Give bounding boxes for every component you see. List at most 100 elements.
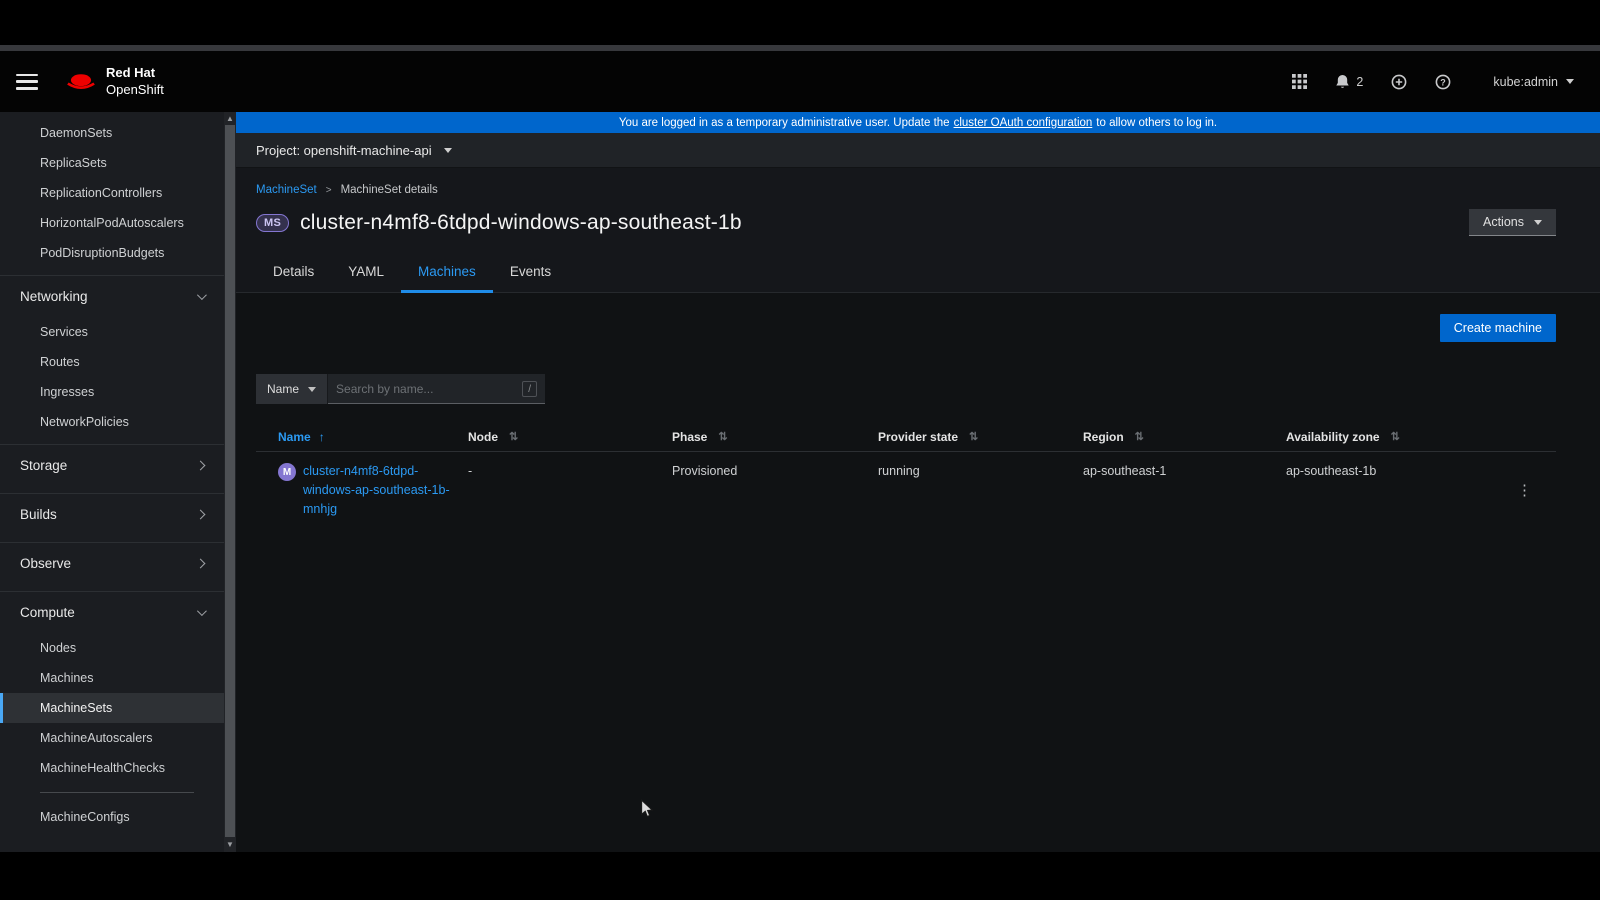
sort-icon: ⇅ [718,430,727,443]
column-label: Region [1083,430,1124,444]
mouse-cursor [640,799,655,824]
cell-availability-zone: ap-southeast-1b [1286,462,1505,518]
cluster-oauth-configuration-link[interactable]: cluster OAuth configuration [954,117,1093,129]
notification-count: 2 [1356,75,1363,89]
sort-icon: ⇅ [509,430,518,443]
sidebar-item-services[interactable]: Services [0,317,224,347]
cell-region: ap-southeast-1 [1083,462,1286,518]
sidebar-nav: DaemonSets ReplicaSets ReplicationContro… [0,112,236,852]
actions-button[interactable]: Actions [1469,209,1556,236]
scroll-down-arrow-icon[interactable]: ▼ [224,838,236,851]
sidebar-section-observe[interactable]: Observe [0,542,224,584]
sidebar-item-machineautoscalers[interactable]: MachineAutoscalers [0,723,224,753]
breadcrumb-separator: > [326,185,332,196]
nav-divider [40,792,194,793]
tab-yaml[interactable]: YAML [331,256,401,293]
sidebar-item-poddisruptionbudgets[interactable]: PodDisruptionBudgets [0,238,224,268]
column-header-availability-zone[interactable]: Availability zone ⇅ [1286,430,1505,444]
breadcrumb-current: MachineSet details [341,184,438,196]
create-machine-button[interactable]: Create machine [1440,314,1556,342]
main-area: You are logged in as a temporary adminis… [236,112,1600,852]
sidebar-item-ingresses[interactable]: Ingresses [0,377,224,407]
sidebar-section-networking[interactable]: Networking [0,275,224,317]
sidebar-item-replicationcontrollers[interactable]: ReplicationControllers [0,178,224,208]
project-selector-label: Project: openshift-machine-api [256,143,432,158]
login-notice-banner: You are logged in as a temporary adminis… [236,112,1600,133]
search-input[interactable] [336,382,522,396]
tab-machines[interactable]: Machines [401,256,493,293]
plus-circle-icon [1391,74,1407,90]
user-menu[interactable]: kube:admin [1493,75,1574,89]
help-button[interactable]: ? [1435,74,1451,90]
breadcrumb-machineset-link[interactable]: MachineSet [256,184,317,196]
chevron-down-icon [444,148,452,153]
add-button[interactable] [1391,74,1407,90]
column-label: Phase [672,430,707,444]
scrollbar-thumb[interactable] [225,125,235,837]
tab-details[interactable]: Details [256,256,331,293]
breadcrumb: MachineSet > MachineSet details [256,184,1556,196]
column-header-node[interactable]: Node ⇅ [468,430,672,444]
section-label: Storage [20,458,67,473]
sidebar-item-horizontalpodautoscalers[interactable]: HorizontalPodAutoscalers [0,208,224,238]
column-header-phase[interactable]: Phase ⇅ [672,430,878,444]
nav-toggle-icon[interactable] [16,74,38,90]
chevron-down-icon [1566,79,1574,84]
sidebar-section-storage[interactable]: Storage [0,444,224,486]
letterbox-bottom [0,852,1600,900]
tab-events[interactable]: Events [493,256,568,293]
sidebar-scrollbar[interactable]: ▲ ▼ [224,112,236,852]
sidebar-section-builds[interactable]: Builds [0,493,224,535]
redhat-openshift-logo[interactable]: Red Hat OpenShift [64,65,164,98]
screen: Red Hat OpenShift 2 [0,0,1600,900]
letterbox-top [0,0,1600,45]
sidebar-item-networkpolicies[interactable]: NetworkPolicies [0,407,224,437]
section-label: Networking [20,289,88,304]
sort-ascending-icon: ↑ [319,430,325,444]
section-label: Builds [20,507,57,522]
sort-icon: ⇅ [1135,430,1144,443]
table-row: M cluster-n4mf8-6tdpd-windows-ap-southea… [256,452,1556,528]
sidebar-item-nodes[interactable]: Nodes [0,633,224,663]
app-launcher-button[interactable] [1292,74,1307,89]
sort-icon: ⇅ [969,430,978,443]
svg-text:?: ? [1441,77,1447,87]
sidebar-item-daemonsets[interactable]: DaemonSets [0,118,224,148]
scroll-up-arrow-icon[interactable]: ▲ [224,112,236,125]
chevron-down-icon [197,606,207,616]
sidebar-item-machinesets[interactable]: MachineSets [0,693,224,723]
kebab-menu-button[interactable]: ⋮ [1511,462,1538,518]
filter-attribute-dropdown[interactable]: Name [256,374,328,404]
sidebar-item-machineconfigs[interactable]: MachineConfigs [0,802,224,832]
filter-attribute-label: Name [267,382,299,396]
project-selector[interactable]: Project: openshift-machine-api [236,133,1600,168]
machine-link[interactable]: cluster-n4mf8-6tdpd-windows-ap-southeast… [303,462,455,518]
sidebar-item-replicasets[interactable]: ReplicaSets [0,148,224,178]
sort-icon: ⇅ [1391,430,1400,443]
section-label: Observe [20,556,71,571]
keyboard-shortcut-hint: / [522,381,537,397]
redhat-fedora-icon [64,71,98,93]
page-header: MachineSet > MachineSet details MS clust… [236,168,1600,293]
chevron-down-icon [197,290,207,300]
cell-phase: Provisioned [672,462,878,518]
bell-icon [1335,74,1350,90]
column-header-region[interactable]: Region ⇅ [1083,430,1286,444]
machines-table: Name ↑ Node ⇅ Phase ⇅ [256,422,1556,528]
sidebar-item-routes[interactable]: Routes [0,347,224,377]
sidebar-item-machinehealthchecks[interactable]: MachineHealthChecks [0,753,224,783]
tab-bar: Details YAML Machines Events [256,256,1556,292]
masthead: Red Hat OpenShift 2 [0,51,1600,112]
section-label: Compute [20,605,75,620]
column-header-name[interactable]: Name ↑ [278,430,468,444]
column-header-provider-state[interactable]: Provider state ⇅ [878,430,1083,444]
chevron-right-icon [196,510,206,520]
banner-text-before: You are logged in as a temporary adminis… [619,117,950,129]
notifications-button[interactable]: 2 [1335,74,1363,90]
sidebar-section-compute[interactable]: Compute [0,591,224,633]
search-box: / [328,374,545,404]
chevron-down-icon [1534,220,1542,225]
cell-provider-state: running [878,462,1083,518]
sidebar-item-machines[interactable]: Machines [0,663,224,693]
column-label: Name [278,430,311,444]
